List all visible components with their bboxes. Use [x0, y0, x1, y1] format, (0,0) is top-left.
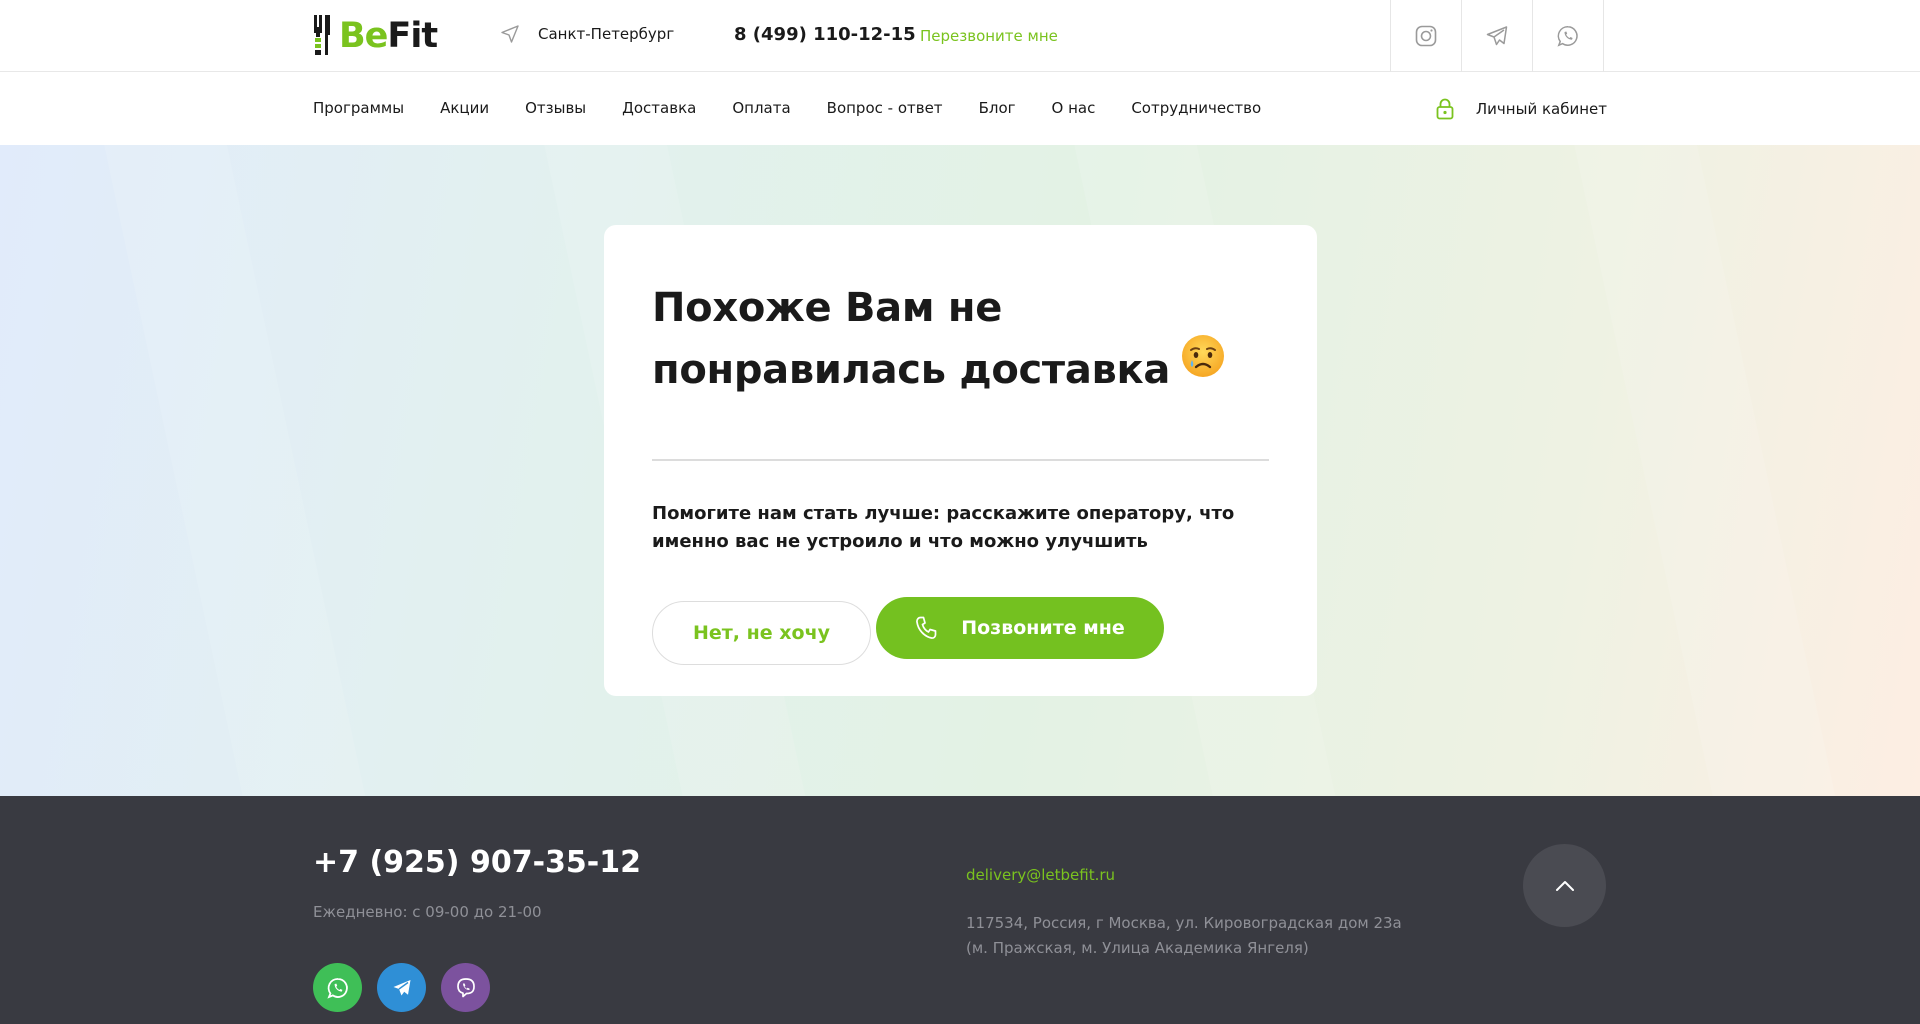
background-stripe [1568, 145, 1852, 796]
footer-whatsapp-button[interactable] [313, 963, 362, 1012]
whatsapp-button[interactable] [1533, 0, 1604, 72]
footer-messengers [313, 963, 505, 1012]
main-navigation: Программы Акции Отзывы Доставка Оплата В… [0, 72, 1920, 145]
logo-text: BeFit [339, 15, 438, 56]
background-stripe [98, 145, 382, 796]
footer-hours: Ежедневно: с 09-00 до 21-00 [313, 903, 542, 921]
account-label: Личный кабинет [1475, 100, 1607, 118]
call-me-label: Позвоните мне [961, 617, 1125, 639]
telegram-icon [393, 979, 410, 995]
whatsapp-icon [1557, 26, 1578, 47]
nav-item-promotions[interactable]: Акции [440, 99, 489, 117]
footer-telegram-button[interactable] [377, 963, 426, 1012]
account-link[interactable]: Личный кабинет [1436, 98, 1607, 120]
nav-item-partnership[interactable]: Сотрудничество [1131, 99, 1261, 117]
city-selector[interactable]: Санкт-Петербург [500, 24, 674, 44]
scroll-to-top-button[interactable] [1523, 844, 1606, 927]
whatsapp-icon [326, 977, 348, 999]
nav-item-delivery[interactable]: Доставка [622, 99, 696, 117]
card-divider [652, 459, 1269, 461]
call-me-button[interactable]: Позвоните мне [876, 597, 1164, 659]
telegram-icon [1486, 26, 1508, 46]
nav-item-about[interactable]: О нас [1052, 99, 1096, 117]
feedback-card: Похоже Вам не понравилась доставка Помог… [604, 225, 1317, 696]
city-label: Санкт-Петербург [538, 25, 675, 43]
befit-logo[interactable]: BeFit [313, 15, 438, 57]
card-title: Похоже Вам не понравилась доставка [652, 277, 1252, 401]
chevron-up-icon [1555, 880, 1574, 891]
nav-item-blog[interactable]: Блог [979, 99, 1016, 117]
viber-icon [456, 977, 475, 997]
footer-phone[interactable]: +7 (925) 907-35-12 [313, 845, 641, 880]
footer-email[interactable]: delivery@letbefit.ru [966, 866, 1115, 884]
nav-item-payment[interactable]: Оплата [732, 99, 790, 117]
footer-address-line2: (м. Пражская, м. Улица Академика Янгеля) [966, 939, 1309, 957]
top-header: BeFit Санкт-Петербург 8 (499) 110-12-15 … [0, 0, 1920, 72]
callback-link[interactable]: Перезвоните мне [920, 27, 1058, 45]
instagram-icon [1415, 25, 1437, 47]
crying-face-icon [1180, 333, 1226, 397]
fork-logo-icon [314, 15, 330, 55]
nav-item-faq[interactable]: Вопрос - ответ [827, 99, 943, 117]
card-title-line2: понравилась доставка [652, 347, 1171, 393]
footer-viber-button[interactable] [441, 963, 490, 1012]
feedback-section: Похоже Вам не понравилась доставка Помог… [0, 145, 1920, 796]
nav-menu: Программы Акции Отзывы Доставка Оплата В… [313, 99, 1297, 117]
card-title-line1: Похоже Вам не [652, 285, 1003, 331]
card-description: Помогите нам стать лучше: расскажите опе… [652, 503, 1235, 552]
nav-item-programs[interactable]: Программы [313, 99, 404, 117]
nav-item-reviews[interactable]: Отзывы [525, 99, 586, 117]
lock-icon [1436, 98, 1454, 120]
header-phone[interactable]: 8 (499) 110-12-15 [734, 24, 916, 45]
location-arrow-icon [501, 25, 519, 43]
footer-address: 117534, Россия, г Москва, ул. Кировоград… [966, 911, 1426, 961]
header-social-links [1390, 0, 1604, 72]
decline-button[interactable]: Нет, не хочу [652, 601, 871, 665]
footer: +7 (925) 907-35-12 Ежедневно: с 09-00 до… [0, 796, 1920, 1024]
telegram-button[interactable] [1462, 0, 1533, 72]
footer-address-line1: 117534, Россия, г Москва, ул. Кировоград… [966, 914, 1402, 932]
instagram-button[interactable] [1391, 0, 1462, 72]
phone-icon [916, 616, 937, 639]
